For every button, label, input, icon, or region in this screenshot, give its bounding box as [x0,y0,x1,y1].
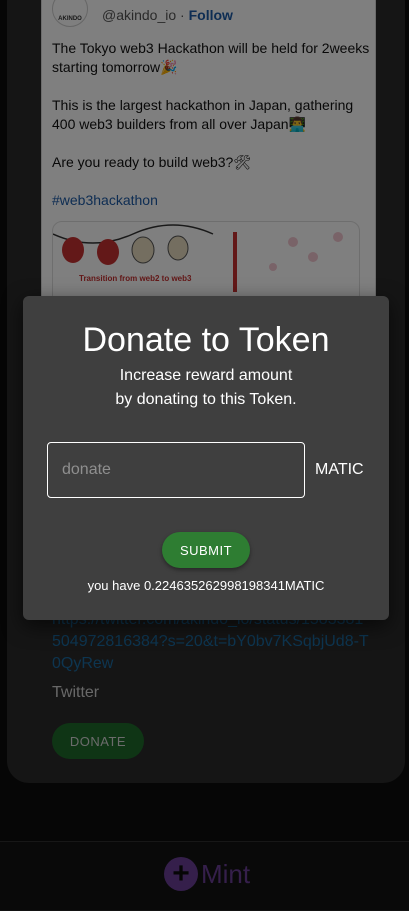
subtitle-line-2: by donating to this Token. [115,391,297,408]
currency-unit: MATIC [315,461,364,478]
donate-amount-input[interactable] [47,442,305,498]
balance-text: you have 0.224635262998198341MATIC [87,578,325,593]
dialog-subtitle: Increase reward amount by donating to th… [23,364,389,412]
dialog-title: Donate to Token [82,321,330,359]
subtitle-line-1: Increase reward amount [119,367,293,384]
donate-dialog: Donate to Token Increase reward amount b… [23,296,389,620]
submit-button[interactable]: SUBMIT [162,532,250,568]
